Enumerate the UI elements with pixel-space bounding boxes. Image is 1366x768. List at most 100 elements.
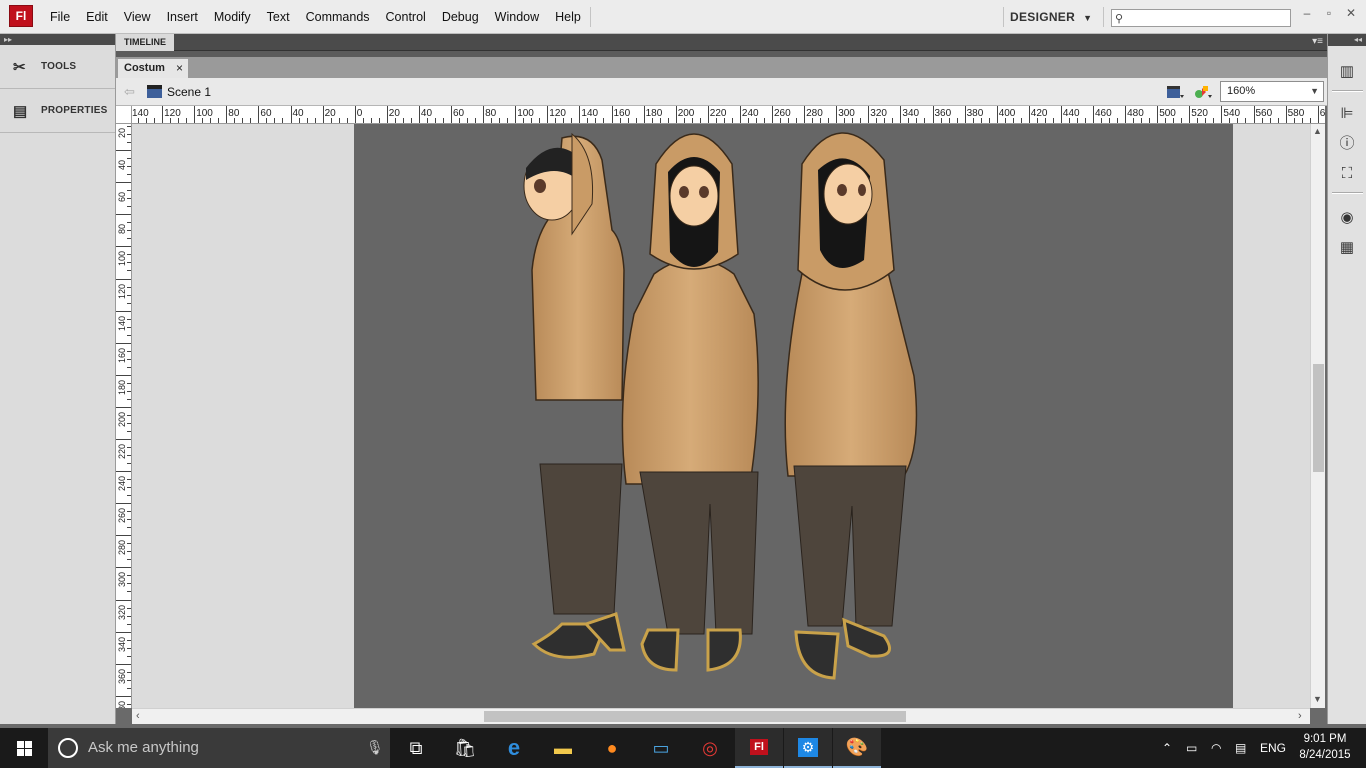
microphone-icon[interactable]: 🎙 [366,739,384,756]
system-clock[interactable]: 9:01 PM 8/24/2015 [1290,731,1360,763]
ruler-tick-mark [956,118,958,123]
settings-icon[interactable]: ⚙ [784,728,832,768]
menu-window[interactable]: Window [487,0,547,34]
ruler-tick-mark [924,118,926,123]
ruler-tick-mark [691,118,693,123]
ruler-tick-mark [932,106,934,123]
menu-commands[interactable]: Commands [298,0,378,34]
firefox-icon[interactable]: ● [588,728,636,768]
menu-help[interactable]: Help [547,0,589,34]
ruler-tick-mark [127,703,131,705]
ruler-tick-mark [127,166,131,168]
close-tab-icon[interactable]: × [176,59,183,78]
ruler-tick-mark [127,230,131,232]
horizontal-scroll-thumb[interactable] [484,711,906,722]
menu-insert[interactable]: Insert [159,0,206,34]
zoom-value: 160% [1227,85,1256,97]
ruler-tick-mark [940,118,942,123]
ruler-tick-mark [127,639,131,641]
ruler-tick-mark [1181,118,1183,123]
ruler-tick-mark [346,118,348,123]
ruler-tick-mark [1245,118,1247,123]
ruler-tick-mark [1149,118,1151,123]
edit-scene-icon[interactable] [1166,85,1184,99]
ruler-tick-mark [116,695,131,697]
edit-symbols-icon[interactable] [1194,85,1212,99]
workspace-switcher[interactable]: DESIGNER ▼ [1010,0,1092,35]
scroll-left-icon[interactable]: ‹ [136,710,140,722]
windows-start-icon[interactable] [0,728,48,768]
character-turnaround-illustration[interactable] [354,124,1233,708]
file-explorer-icon[interactable]: ▬ [539,728,587,768]
menu-control[interactable]: Control [378,0,434,34]
windows-taskbar: Ask me anything 🎙 ⧉ 🛍 e ▬ ● ▭ ◎ Fl ⚙ 🎨 ⌃… [0,728,1366,768]
ruler-tick-mark [170,118,172,123]
horizontal-scrollbar[interactable]: ‹ › [132,708,1310,724]
ruler-tick-mark [571,118,573,123]
scroll-down-icon[interactable]: ▼ [1313,694,1322,704]
ruler-tick-mark [1269,118,1271,123]
task-view-icon[interactable]: ⧉ [392,728,440,768]
transform-icon[interactable]: ⛶ [1336,164,1358,184]
scroll-right-icon[interactable]: › [1298,710,1302,722]
ruler-tick-mark [127,198,131,200]
maximize-button[interactable]: ▫ [1320,6,1338,20]
edge-icon[interactable]: e [490,728,538,768]
wifi-icon[interactable]: ◠ [1211,728,1221,768]
timeline-panel-header: TIMELINE ▾≡ [116,34,1327,51]
ruler-tick-mark [563,118,565,123]
ruler-tick-mark [127,487,131,489]
pasteboard[interactable] [132,124,1310,708]
ruler-tick-mark [1237,118,1239,123]
minimize-button[interactable]: – [1298,6,1316,20]
info-icon[interactable]: ⓘ [1336,134,1358,154]
ruler-tick-mark [202,118,204,123]
library-icon[interactable]: ▥ [1336,62,1358,82]
paint-icon[interactable]: 🎨 [833,728,881,768]
menu-list: File Edit View Insert Modify Text Comman… [42,0,589,34]
tab-timeline[interactable]: TIMELINE [116,34,174,51]
tab-costum[interactable]: Costum × [118,59,188,78]
zoom-dropdown[interactable]: 160% ▼ [1220,81,1324,102]
properties-panel-button[interactable]: ▤ PROPERTIES [0,89,115,133]
ruler-tick-mark [127,607,131,609]
ruler-tick-mark [127,591,131,593]
ruler-tick-label: 240 [117,476,127,492]
menu-debug[interactable]: Debug [434,0,487,34]
back-arrow-icon[interactable]: ⇦ [124,84,135,100]
color-icon[interactable]: ◉ [1336,208,1358,228]
vertical-scrollbar[interactable]: ▲ ▼ [1310,124,1325,708]
chrome-icon[interactable]: ◎ [686,728,734,768]
swatches-icon[interactable]: ▦ [1336,238,1358,258]
menu-text[interactable]: Text [259,0,298,34]
panel-menu-icon[interactable]: ▾≡ [1312,36,1323,47]
menu-edit[interactable]: Edit [78,0,116,34]
help-search-input[interactable]: ⚲ [1111,9,1291,27]
stage[interactable] [354,124,1233,708]
ruler-tick-mark [127,158,131,160]
expand-panels-icon[interactable]: ▸▸ [0,34,115,45]
show-hidden-icons-icon[interactable]: ⌃ [1162,728,1172,768]
menu-view[interactable]: View [116,0,159,34]
vertical-scroll-thumb[interactable] [1313,364,1324,472]
flash-icon[interactable]: Fl [735,728,783,768]
collapse-panels-icon[interactable]: ◂◂ [1328,34,1366,46]
scene-breadcrumb[interactable]: Scene 1 [167,78,211,106]
language-indicator[interactable]: ENG [1260,728,1286,768]
tools-panel-button[interactable]: ✂ TOOLS [0,45,115,89]
ruler-tick-mark [723,118,725,123]
align-icon[interactable]: ⊫ [1336,104,1358,124]
close-button[interactable]: ✕ [1342,6,1360,20]
menu-modify[interactable]: Modify [206,0,259,34]
ruler-tick-mark [747,118,749,123]
ruler-tick-mark [116,374,131,376]
character-front-view [621,133,759,672]
ruler-tick-mark [370,118,372,123]
cortana-search-input[interactable]: Ask me anything 🎙 [48,728,390,768]
remote-desktop-icon[interactable]: ▭ [637,728,685,768]
battery-icon[interactable]: ▭ [1186,728,1197,768]
menu-file[interactable]: File [42,0,78,34]
store-icon[interactable]: 🛍 [441,728,489,768]
action-center-icon[interactable]: ▤ [1235,728,1246,768]
scroll-up-icon[interactable]: ▲ [1313,126,1322,136]
